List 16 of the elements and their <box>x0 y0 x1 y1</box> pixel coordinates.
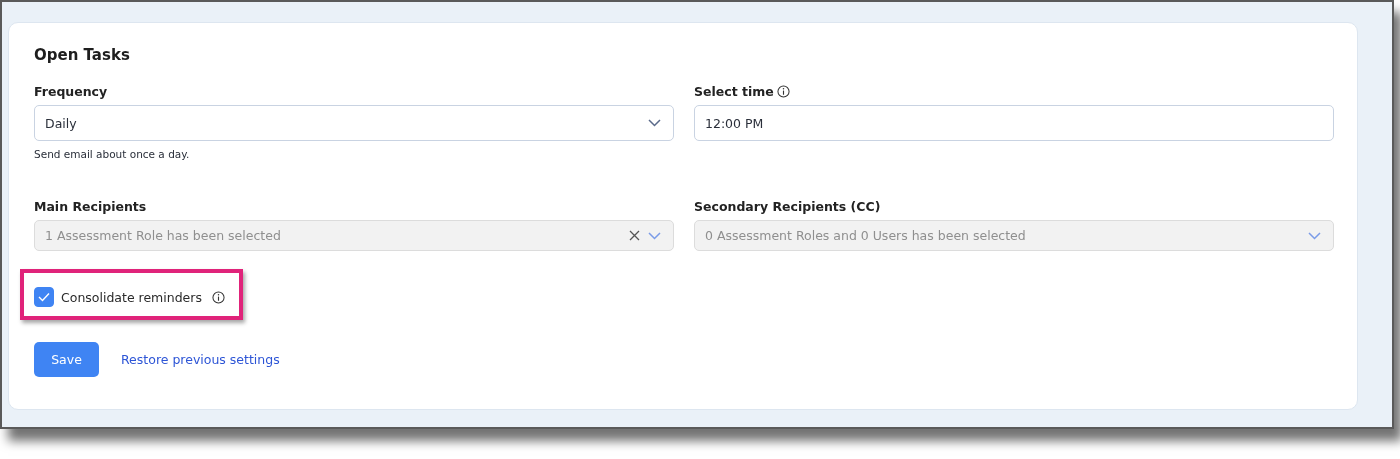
section-title: Open Tasks <box>34 45 131 65</box>
checkbox-label[interactable]: Consolidate reminders <box>61 289 202 305</box>
field-label: Main Recipients <box>34 198 147 214</box>
time-field[interactable]: 12:00 PM <box>694 105 1334 141</box>
help-text: Send email about once a day. <box>34 148 191 161</box>
info-icon[interactable] <box>211 290 225 304</box>
info-icon[interactable] <box>776 84 790 98</box>
restore-link[interactable]: Restore previous settings <box>121 352 280 367</box>
checkbox[interactable] <box>34 287 54 307</box>
field-label: Select time <box>694 83 774 99</box>
save-button[interactable]: Save <box>34 342 99 377</box>
chevron-down-icon[interactable] <box>648 119 661 127</box>
dropdown[interactable]: Daily <box>34 105 674 141</box>
checkmark-icon <box>38 292 50 302</box>
field-label: Secondary Recipients (CC) <box>694 198 881 214</box>
field-label: Frequency <box>34 83 108 99</box>
